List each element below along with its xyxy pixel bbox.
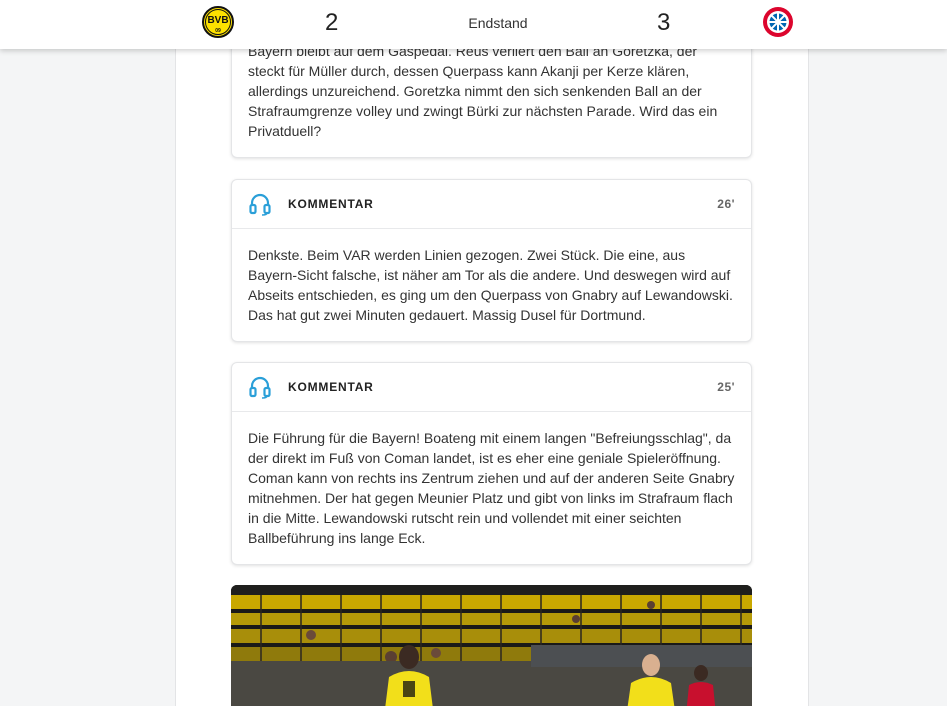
away-score: 3 [657, 9, 671, 36]
svg-text:BVB: BVB [207, 15, 228, 26]
headset-icon [249, 376, 271, 399]
scoreboard-header: BVB 09 2 Endstand 3 [0, 0, 947, 49]
ticker-entry-header: KOMMENTAR 25' [232, 363, 751, 412]
entry-type-label: KOMMENTAR [288, 380, 374, 394]
match-photo-image [231, 585, 752, 706]
ticker-entry-text: Denkste. Beim VAR werden Linien gezogen.… [248, 247, 733, 323]
svg-text:09: 09 [215, 28, 221, 34]
headset-icon [249, 193, 271, 216]
match-photo[interactable] [231, 585, 752, 706]
home-score: 2 [325, 9, 339, 36]
entry-type-label: KOMMENTAR [288, 197, 374, 211]
match-status: Endstand [468, 15, 528, 31]
entry-minute: 25' [717, 380, 735, 394]
fc-bayern-logo-icon[interactable] [762, 6, 794, 38]
entry-minute: 26' [717, 197, 735, 211]
ticker-entry-text: Die Führung für die Bayern! Boateng mit … [248, 430, 735, 546]
ticker-entry: KOMMENTAR 26' Denkste. Beim VAR werden L… [231, 179, 752, 342]
bvb-logo-icon[interactable]: BVB 09 [202, 6, 234, 38]
ticker-entry: KOMMENTAR 25' Die Führung für die Bayern… [231, 362, 752, 565]
ticker-entry-header: KOMMENTAR 26' [232, 180, 751, 229]
